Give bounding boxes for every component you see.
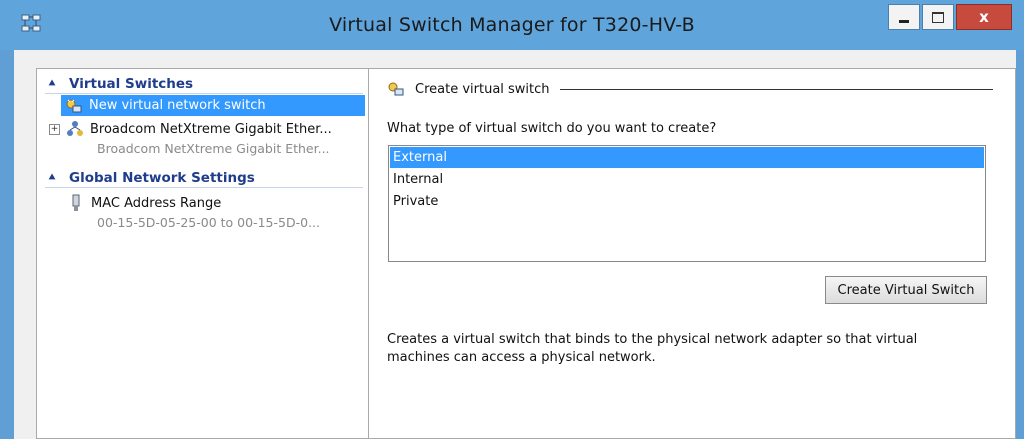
title-bar[interactable]: Virtual Switch Manager for T320-HV-B x (0, 0, 1024, 50)
minimize-icon (899, 19, 909, 23)
switch-type-question: What type of virtual switch do you want … (387, 121, 717, 136)
switch-type-listbox[interactable]: External Internal Private (388, 145, 986, 262)
tree-item-new-virtual-network-switch[interactable]: New virtual network switch (61, 95, 365, 116)
network-switch-icon (67, 121, 83, 136)
section-header-label: Virtual Switches (69, 76, 194, 92)
switch-type-option-private[interactable]: Private (390, 191, 984, 212)
switch-type-description: Creates a virtual switch that binds to t… (387, 332, 918, 365)
new-switch-icon (66, 99, 82, 112)
window-title: Virtual Switch Manager for T320-HV-B (329, 14, 695, 36)
collapse-chevron-icon[interactable]: ⯅ (45, 77, 59, 91)
maximize-icon (932, 11, 944, 23)
tree-item-mac-address-range[interactable]: MAC Address Range (67, 193, 221, 213)
create-virtual-switch-group: Create virtual switch (387, 79, 993, 99)
section-header-label: Global Network Settings (69, 170, 255, 186)
switch-type-option-internal[interactable]: Internal (390, 169, 984, 190)
close-icon: x (979, 8, 989, 26)
section-header-virtual-switches[interactable]: ⯅ Virtual Switches (45, 75, 363, 94)
tree-item-sublabel: 00-15-5D-05-25-00 to 00-15-5D-0... (97, 215, 320, 230)
tree-item-label: MAC Address Range (91, 195, 222, 211)
switch-type-option-external[interactable]: External (390, 147, 984, 168)
minimize-button[interactable] (888, 4, 920, 30)
expand-plus-icon[interactable]: + (49, 123, 60, 135)
create-virtual-switch-button[interactable]: Create Virtual Switch (825, 276, 987, 304)
tree-item-label: New virtual network switch (89, 98, 266, 113)
close-button[interactable]: x (956, 4, 1012, 30)
mac-address-icon (72, 194, 80, 211)
tree-item-broadcom-switch[interactable]: + Broadcom NetXtreme Gigabit Ether... (49, 119, 332, 139)
collapse-chevron-icon[interactable]: ⯅ (45, 171, 59, 185)
group-divider (559, 88, 993, 90)
navigation-pane: ⯅ Virtual Switches New virtual network s… (36, 68, 372, 439)
tree-item-label: Broadcom NetXtreme Gigabit Ether... (90, 121, 332, 137)
window-client-area: ⯅ Virtual Switches New virtual network s… (14, 50, 1016, 439)
new-switch-icon (388, 82, 404, 96)
tree-item-sublabel: Broadcom NetXtreme Gigabit Ether... (97, 141, 330, 156)
details-pane: Create virtual switch What type of virtu… (368, 68, 1016, 439)
maximize-button[interactable] (922, 4, 954, 30)
group-title: Create virtual switch (415, 81, 550, 97)
section-header-global-network-settings[interactable]: ⯅ Global Network Settings (45, 169, 363, 188)
